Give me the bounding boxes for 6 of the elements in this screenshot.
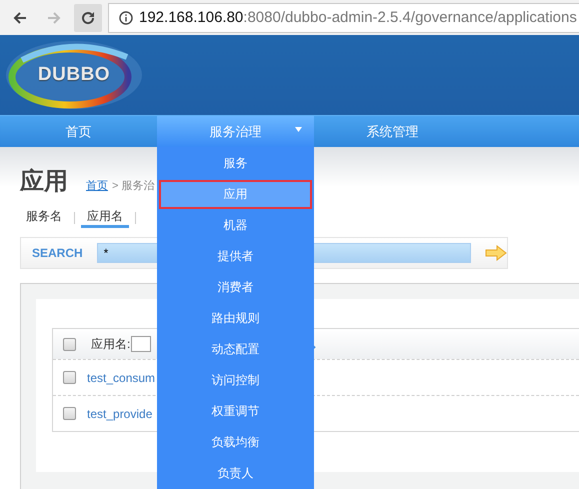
search-label: SEARCH <box>32 246 83 260</box>
page-title: 应用 <box>20 167 68 197</box>
breadcrumb-text: > 服务治 <box>112 179 154 193</box>
url-host: 192.168.106.80 <box>139 9 244 26</box>
url-path: :8080/dubbo-admin-2.5.4/governance/applications <box>243 9 577 26</box>
column-header: 应用名: <box>91 336 130 352</box>
